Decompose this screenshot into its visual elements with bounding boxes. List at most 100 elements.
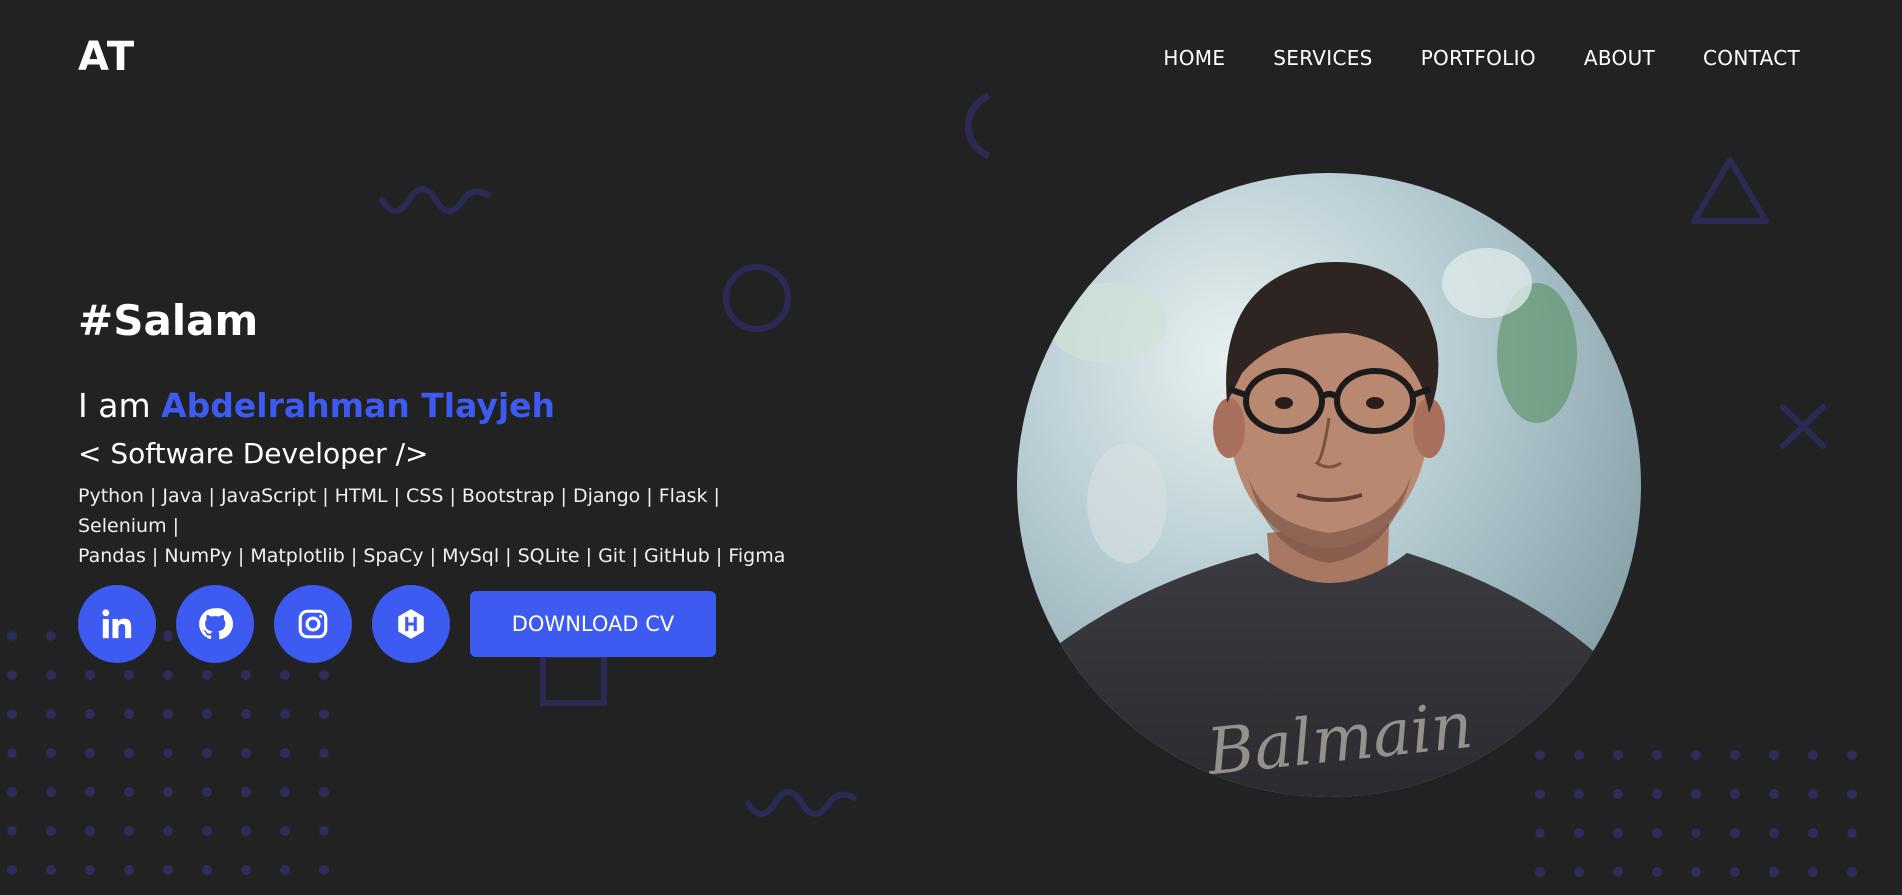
decor-dot <box>1535 867 1545 877</box>
decor-dot <box>280 826 290 836</box>
cross-shape <box>1780 404 1826 449</box>
linkedin-icon <box>102 609 132 639</box>
decor-dot <box>319 787 329 797</box>
decor-dot <box>1691 789 1701 799</box>
decor-dot <box>202 748 212 758</box>
decor-dot <box>46 826 56 836</box>
hero-intro: I am Abdelrahman Tlayjeh <box>78 386 555 425</box>
triangle-shape <box>1691 157 1769 224</box>
circle-shape <box>723 264 791 332</box>
decor-dot <box>280 670 290 680</box>
intro-prefix: I am <box>78 386 151 425</box>
squiggle-shape <box>745 789 857 817</box>
hero-role: < Software Developer /> <box>78 437 429 470</box>
decor-dot <box>163 826 173 836</box>
decor-dot <box>1847 750 1857 760</box>
decor-dot <box>85 826 95 836</box>
nav-contact[interactable]: CONTACT <box>1703 46 1800 70</box>
social-links: DOWNLOAD CV <box>78 585 716 663</box>
decor-dot <box>241 670 251 680</box>
decor-dot <box>85 670 95 680</box>
decor-dot <box>241 787 251 797</box>
decor-dot <box>241 748 251 758</box>
decor-dot <box>7 826 17 836</box>
download-cv-button[interactable]: DOWNLOAD CV <box>470 591 716 657</box>
decor-dot <box>163 748 173 758</box>
decor-dot <box>7 631 17 641</box>
decor-dot <box>1574 867 1584 877</box>
squiggle-shape <box>379 186 491 214</box>
decor-dot <box>1769 750 1779 760</box>
instagram-icon <box>298 609 328 639</box>
nav-about[interactable]: ABOUT <box>1584 46 1655 70</box>
decor-dot <box>163 865 173 875</box>
nav-menu: HOME SERVICES PORTFOLIO ABOUT CONTACT <box>1163 46 1800 70</box>
decor-dot <box>85 787 95 797</box>
decor-dot <box>280 865 290 875</box>
hackerrank-button[interactable] <box>372 585 450 663</box>
decor-dot <box>280 709 290 719</box>
decor-dot <box>1613 789 1623 799</box>
dot-grid-left <box>7 631 329 875</box>
decor-dot <box>1691 750 1701 760</box>
decor-dot <box>1652 828 1662 838</box>
decor-dot <box>241 826 251 836</box>
decor-dot <box>46 865 56 875</box>
decor-dot <box>1808 867 1818 877</box>
decor-dot <box>163 670 173 680</box>
decor-dot <box>124 826 134 836</box>
decor-dot <box>46 748 56 758</box>
decor-dot <box>1613 750 1623 760</box>
decor-dot <box>124 787 134 797</box>
skills-list: Python | Java | JavaScript | HTML | CSS … <box>78 481 798 571</box>
decor-dot <box>319 748 329 758</box>
github-button[interactable] <box>176 585 254 663</box>
decor-dot <box>202 787 212 797</box>
decor-dot <box>319 826 329 836</box>
decor-dot <box>46 787 56 797</box>
decor-dot <box>85 865 95 875</box>
decor-dot <box>202 709 212 719</box>
nav-services[interactable]: SERVICES <box>1273 46 1372 70</box>
decor-dot <box>1613 867 1623 877</box>
decor-dot <box>319 670 329 680</box>
decor-dot <box>1808 789 1818 799</box>
decor-dot <box>1769 789 1779 799</box>
decor-dot <box>1691 867 1701 877</box>
skills-line: Pandas | NumPy | Matplotlib | SpaCy | My… <box>78 545 786 567</box>
profile-photo: Balmain <box>1017 173 1641 797</box>
linkedin-button[interactable] <box>78 585 156 663</box>
skills-line: Python | Java | JavaScript | HTML | CSS … <box>78 485 720 537</box>
decor-dot <box>1574 750 1584 760</box>
decor-dot <box>202 826 212 836</box>
decor-dot <box>7 787 17 797</box>
decor-dot <box>1535 789 1545 799</box>
dot-grid-right <box>1535 750 1857 877</box>
decor-dot <box>7 748 17 758</box>
decor-dot <box>202 670 212 680</box>
decor-dot <box>46 631 56 641</box>
decor-dot <box>7 709 17 719</box>
github-icon <box>199 608 233 640</box>
decor-dot <box>85 748 95 758</box>
decor-dot <box>1574 828 1584 838</box>
decor-dot <box>1535 750 1545 760</box>
decor-dot <box>1769 828 1779 838</box>
decor-dot <box>1730 828 1740 838</box>
decor-dot <box>1652 789 1662 799</box>
decor-dot <box>1808 750 1818 760</box>
decor-dot <box>1847 828 1857 838</box>
decor-dot <box>124 748 134 758</box>
decor-dot <box>241 709 251 719</box>
decor-dot <box>1652 867 1662 877</box>
instagram-button[interactable] <box>274 585 352 663</box>
decor-dot <box>1730 867 1740 877</box>
decor-dot <box>124 670 134 680</box>
decor-dot <box>241 865 251 875</box>
site-logo[interactable]: AT <box>78 34 135 80</box>
nav-portfolio[interactable]: PORTFOLIO <box>1421 46 1536 70</box>
nav-home[interactable]: HOME <box>1163 46 1225 70</box>
decor-dot <box>7 670 17 680</box>
decor-dot <box>1730 750 1740 760</box>
decor-dot <box>1847 867 1857 877</box>
